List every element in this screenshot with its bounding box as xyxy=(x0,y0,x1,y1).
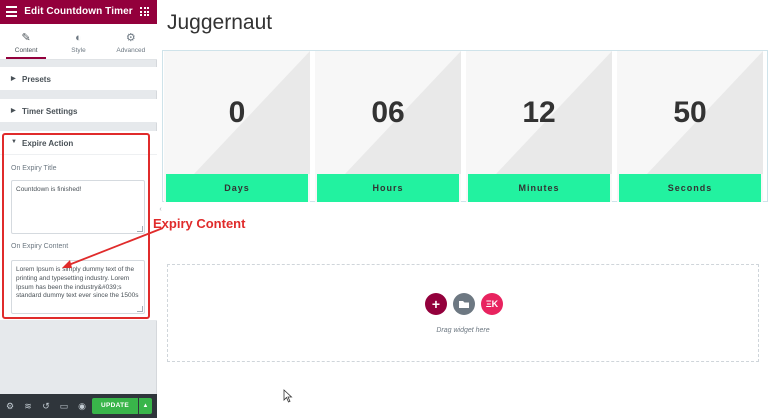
sidebar-header: Edit Countdown Timer xyxy=(0,0,157,24)
tab-style[interactable]: ◐ Style xyxy=(52,24,104,59)
template-library-button[interactable] xyxy=(453,293,475,315)
countdown-seconds-value: 50 xyxy=(673,96,707,129)
settings-icon[interactable]: ⚙ xyxy=(5,401,15,411)
pencil-icon: ✎ xyxy=(21,32,31,44)
tab-content[interactable]: ✎ Content xyxy=(0,24,52,59)
section-presets[interactable]: ▶ Presets xyxy=(0,67,157,91)
sidebar-title: Edit Countdown Timer xyxy=(24,6,133,17)
gear-icon: ⚙ xyxy=(125,32,136,44)
countdown-box-hours: 06 Hours xyxy=(315,51,461,202)
countdown-seconds-label: Seconds xyxy=(619,174,761,202)
update-button[interactable]: UPDATE xyxy=(92,398,138,414)
highlight-box xyxy=(2,133,150,319)
countdown-minutes-label: Minutes xyxy=(468,174,610,202)
caret-right-icon: ▶ xyxy=(11,76,16,82)
folder-icon xyxy=(459,301,469,308)
countdown-timer[interactable]: 0 Days 06 Hours 12 Minutes 50 Seconds xyxy=(162,50,768,202)
countdown-days-label: Days xyxy=(166,174,308,202)
widget-dropzone[interactable]: + ΞK Drag widget here xyxy=(167,264,759,362)
tab-content-label: Content xyxy=(14,47,38,54)
countdown-minutes-value: 12 xyxy=(522,96,556,129)
responsive-icon[interactable]: ▭ xyxy=(59,401,69,411)
countdown-box-minutes: 12 Minutes xyxy=(466,51,612,202)
countdown-hours-label: Hours xyxy=(317,174,459,202)
page-title: Juggernaut xyxy=(167,11,273,34)
tab-advanced-label: Advanced xyxy=(116,47,146,54)
panel-tabs: ✎ Content ◐ Style ⚙ Advanced xyxy=(0,24,157,60)
countdown-days-value: 0 xyxy=(228,96,246,129)
tab-advanced[interactable]: ⚙ Advanced xyxy=(105,24,157,59)
sidebar-footer: ⚙ ≋ ↺ ▭ ◉ UPDATE ▲ xyxy=(0,394,157,418)
mouse-cursor-icon xyxy=(283,389,293,403)
section-timer-settings-label: Timer Settings xyxy=(22,107,78,116)
layers-icon[interactable]: ≋ xyxy=(23,401,33,411)
editor-sidebar: Edit Countdown Timer ✎ Content ◐ Style ⚙… xyxy=(0,0,157,418)
countdown-hours-value: 06 xyxy=(371,96,405,129)
widgets-grid-icon[interactable] xyxy=(140,7,149,16)
countdown-box-seconds: 50 Seconds xyxy=(617,51,763,202)
annotation-label: Expiry Content xyxy=(153,216,246,231)
dropzone-hint: Drag widget here xyxy=(436,327,490,334)
tab-style-label: Style xyxy=(71,47,86,54)
elementskit-button[interactable]: ΞK xyxy=(481,293,503,315)
half-circle-icon: ◐ xyxy=(75,32,82,44)
history-icon[interactable]: ↺ xyxy=(41,401,51,411)
preview-eye-icon[interactable]: ◉ xyxy=(77,401,87,411)
update-options-caret-icon[interactable]: ▲ xyxy=(139,398,152,414)
section-presets-label: Presets xyxy=(22,75,51,84)
countdown-box-days: 0 Days xyxy=(164,51,310,202)
caret-right-icon: ▶ xyxy=(11,108,16,114)
section-timer-settings[interactable]: ▶ Timer Settings xyxy=(0,99,157,123)
add-section-button[interactable]: + xyxy=(425,293,447,315)
